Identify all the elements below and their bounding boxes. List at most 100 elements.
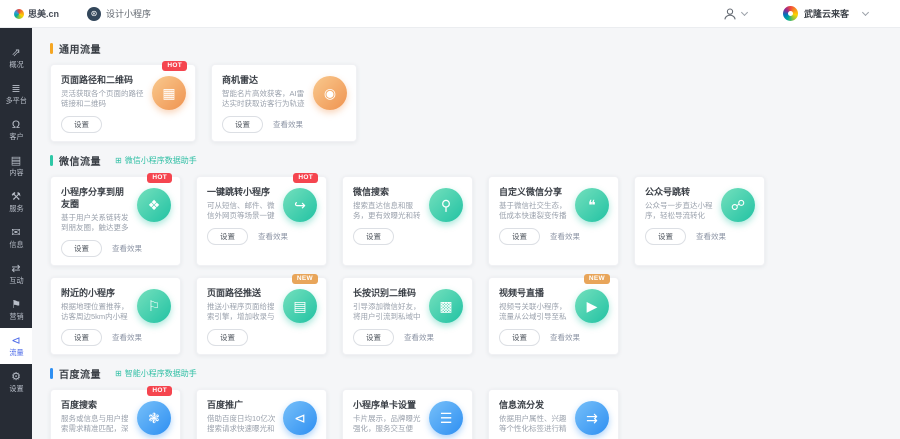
settings-button[interactable]: 设置: [353, 329, 394, 346]
section-header: 百度流量 ⊞ 智能小程序数据助手: [50, 366, 890, 381]
section-header: 通用流量: [50, 41, 890, 56]
multiplatform-icon: ≣: [11, 83, 20, 95]
section-title: 通用流量: [59, 41, 101, 56]
sidebar-item-服务[interactable]: ⚒ 服务: [0, 184, 32, 220]
jump-miniprogram-icon: ↪: [283, 188, 317, 222]
cards-row: ⚐ 附近的小程序 根据地理位置推荐，访客周边5km内小程序均可展示 设置 查看效…: [50, 277, 890, 355]
card-settings-icon: ☰: [429, 401, 463, 435]
settings-button[interactable]: 设置: [207, 228, 248, 245]
settings-button[interactable]: 设置: [61, 240, 102, 257]
sidebar-item-互动[interactable]: ⇄ 互动: [0, 256, 32, 292]
nearby-map-icon: ⚐: [137, 289, 171, 323]
status-badge: HOT: [162, 61, 187, 71]
app-icon: ⊛: [87, 7, 101, 21]
feed-distribution-icon: ⇉: [575, 401, 609, 435]
org-switcher[interactable]: 武隆云来客: [783, 6, 868, 21]
view-effect-link[interactable]: 查看效果: [112, 243, 142, 254]
feature-card: ⇉ 信息流分发 依据用户属性、兴趣等个性化标签进行精准分发 设置 查看效果: [488, 389, 619, 439]
view-effect-link[interactable]: 查看效果: [696, 231, 726, 242]
sidebar-item-设置[interactable]: ⚙ 设置: [0, 364, 32, 400]
settings-button[interactable]: 设置: [353, 228, 394, 245]
settings-button[interactable]: 设置: [499, 228, 540, 245]
view-effect-link[interactable]: 查看效果: [550, 231, 580, 242]
card-description: 卡片展示，品牌曝光强化，服务交互便捷，一触即达: [353, 414, 422, 434]
customer-icon: Ω: [12, 119, 20, 131]
card-title: 百度搜索: [61, 399, 130, 411]
card-description: 智能名片高效获客，AI雷达实时获取访客行为轨迹: [222, 89, 306, 109]
cards-row: HOT ❖ 小程序分享到朋友圈 基于用户关系链转发到朋友圈，触达更多更广客户 设…: [50, 176, 890, 266]
feature-card: NEW ▤ 页面路径推送 推送小程序页面给搜索引擎，增加收录与曝光机会 设置: [196, 277, 327, 355]
user-menu[interactable]: [723, 7, 747, 21]
card-description: 根据地理位置推荐，访客周边5km内小程序均可展示: [61, 302, 130, 322]
settings-icon: ⚙: [11, 371, 21, 383]
view-effect-link[interactable]: 查看效果: [550, 332, 580, 343]
sidebar-item-label: 服务: [9, 204, 23, 213]
brand-logo-text: 思美.cn: [28, 7, 59, 20]
feature-card: ⚲ 微信搜索 搜索直达信息和服务，更有效曝光和转化 设置: [342, 176, 473, 266]
sidebar-item-内容[interactable]: ▤ 内容: [0, 148, 32, 184]
card-title: 附近的小程序: [61, 287, 130, 299]
card-description: 可从短信、邮件、微信外网页等场景一键跳转至小程序: [207, 201, 276, 221]
official-account-icon: ☍: [721, 188, 755, 222]
sidebar-item-label: 内容: [9, 168, 23, 177]
chevron-down-icon: [862, 8, 869, 15]
page-push-icon: ▤: [283, 289, 317, 323]
baidu-search-icon: ❃: [137, 401, 171, 435]
card-description: 借助百度日均10亿次搜索请求快速曝光和获流: [207, 414, 276, 434]
qr-scan-icon: ▩: [429, 289, 463, 323]
app-nav-design-miniprogram[interactable]: ⊛ 设计小程序: [87, 7, 151, 21]
feature-card: ⊲ 百度推广 借助百度日均10亿次搜索请求快速曝光和获流 设置: [196, 389, 327, 439]
feature-card: NEW ▶ 视频号直播 视频号关联小程序，流量从公域引导至私域 设置 查看效果: [488, 277, 619, 355]
sidebar-item-label: 信息: [9, 240, 23, 249]
sidebar-item-label: 互动: [9, 276, 23, 285]
custom-share-icon: ❝: [575, 188, 609, 222]
data-assistant-link[interactable]: ⊞ 微信小程序数据助手: [115, 155, 197, 166]
card-description: 灵活获取各个页面的路径链接和二维码: [61, 89, 145, 109]
card-title: 公众号跳转: [645, 186, 714, 198]
card-title: 页面路径和二维码: [61, 74, 145, 86]
sidebar-item-多平台[interactable]: ≣ 多平台: [0, 76, 32, 112]
settings-button[interactable]: 设置: [499, 329, 540, 346]
section-accent-bar: [50, 155, 53, 166]
card-description: 基于用户关系链转发到朋友圈，触达更多更广客户: [61, 213, 130, 233]
feature-card: HOT ↪ 一键跳转小程序 可从短信、邮件、微信外网页等场景一键跳转至小程序 设…: [196, 176, 327, 266]
settings-button[interactable]: 设置: [61, 116, 102, 133]
view-effect-link[interactable]: 查看效果: [273, 119, 303, 130]
sidebar-item-信息[interactable]: ✉ 信息: [0, 220, 32, 256]
radar-icon: ◉: [313, 76, 347, 110]
card-description: 公众号一步直达小程序，轻松导流转化: [645, 201, 714, 221]
settings-button[interactable]: 设置: [61, 329, 102, 346]
card-title: 小程序单卡设置: [353, 399, 422, 411]
card-description: 引导添加微信好友，将用户引流到私域中: [353, 302, 422, 322]
card-description: 搜索直达信息和服务，更有效曝光和转化: [353, 201, 422, 221]
chevron-down-icon: [741, 8, 748, 15]
sidebar-nav: ⇗ 概况 ≣ 多平台 Ω 客户 ▤ 内容 ⚒ 服务 ✉ 信息 ⇄ 互动 ⚑ 营销…: [0, 28, 32, 439]
status-badge: HOT: [293, 173, 318, 183]
settings-button[interactable]: 设置: [222, 116, 263, 133]
sidebar-item-营销[interactable]: ⚑ 营销: [0, 292, 32, 328]
sidebar-item-客户[interactable]: Ω 客户: [0, 112, 32, 148]
main-content: 通用流量 HOT ▦ 页面路径和二维码 灵活获取各个页面的路径链接和二维码 设置…: [32, 28, 900, 439]
card-description: 推送小程序页面给搜索引擎，增加收录与曝光机会: [207, 302, 276, 322]
view-effect-link[interactable]: 查看效果: [404, 332, 434, 343]
status-badge: NEW: [292, 274, 318, 284]
wechat-search-icon: ⚲: [429, 188, 463, 222]
brand-logo: 思美.cn: [14, 7, 59, 20]
sidebar-item-label: 营销: [9, 312, 23, 321]
view-effect-link[interactable]: 查看效果: [258, 231, 288, 242]
section-accent-bar: [50, 43, 53, 54]
settings-button[interactable]: 设置: [645, 228, 686, 245]
settings-button[interactable]: 设置: [207, 329, 248, 346]
status-badge: HOT: [147, 173, 172, 183]
view-effect-link[interactable]: 查看效果: [112, 332, 142, 343]
data-assistant-link[interactable]: ⊞ 智能小程序数据助手: [115, 368, 197, 379]
card-title: 商机雷达: [222, 74, 306, 86]
sidebar-item-流量[interactable]: ⊲ 流量: [0, 328, 32, 364]
card-title: 视频号直播: [499, 287, 568, 299]
feature-card: HOT ▦ 页面路径和二维码 灵活获取各个页面的路径链接和二维码 设置: [50, 64, 196, 142]
cards-row: HOT ▦ 页面路径和二维码 灵活获取各个页面的路径链接和二维码 设置 ◉ 商机…: [50, 64, 890, 142]
org-name: 武隆云来客: [804, 7, 849, 20]
sidebar-item-概况[interactable]: ⇗ 概况: [0, 40, 32, 76]
org-logo-icon: [783, 6, 798, 21]
app-title: 设计小程序: [106, 7, 151, 20]
